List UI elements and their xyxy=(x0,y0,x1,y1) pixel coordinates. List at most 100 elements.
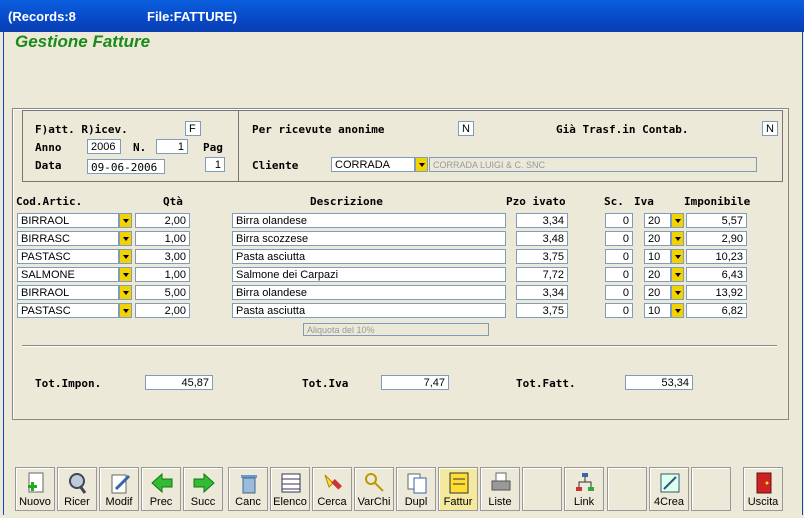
trasf-label: Già Trasf.in Contab. xyxy=(556,123,689,136)
iva-dropdown-icon[interactable] xyxy=(671,303,684,318)
col-pzo-ivato: Pzo ivato xyxy=(506,195,566,208)
dupl-label: Dupl xyxy=(404,496,428,508)
iva-field[interactable]: 20 xyxy=(644,213,671,228)
iva-dropdown-icon[interactable] xyxy=(671,231,684,246)
descrizione-field[interactable]: Birra scozzese xyxy=(232,231,506,246)
qta-field[interactable]: 1,00 xyxy=(135,267,190,282)
ricer-label: Ricer xyxy=(64,496,90,508)
sconto-field[interactable]: 0 xyxy=(605,267,633,282)
data-field[interactable]: 09-06-2006 xyxy=(87,159,165,174)
uscita-label: Uscita xyxy=(747,496,779,508)
pzo-ivato-field[interactable]: 7,72 xyxy=(516,267,568,282)
prec-button[interactable]: Prec xyxy=(141,467,181,511)
canc-label: Canc xyxy=(235,496,261,508)
imponibile-field: 5,57 xyxy=(686,213,747,228)
pag-label: Pag xyxy=(203,141,223,154)
fatt-ricev-field[interactable]: F xyxy=(185,121,201,136)
pzo-ivato-field[interactable]: 3,75 xyxy=(516,249,568,264)
cliente-dropdown-icon[interactable] xyxy=(415,157,428,172)
anno-field[interactable]: 2006 xyxy=(87,139,121,154)
pag-field[interactable]: 1 xyxy=(205,157,225,172)
elenco-label: Elenco xyxy=(273,496,307,508)
sconto-field[interactable]: 0 xyxy=(605,249,633,264)
cerca-button[interactable]: Cerca xyxy=(312,467,352,511)
pzo-ivato-field[interactable]: 3,34 xyxy=(516,285,568,300)
iva-dropdown-icon[interactable] xyxy=(671,213,684,228)
records-count: (Records:8 xyxy=(8,9,76,24)
pzo-ivato-field[interactable]: 3,75 xyxy=(516,303,568,318)
cod-artic-dropdown-icon[interactable] xyxy=(119,213,132,228)
empty-button-1[interactable] xyxy=(522,467,562,511)
iva-field[interactable]: 20 xyxy=(644,231,671,246)
descrizione-field[interactable]: Pasta asciutta xyxy=(232,303,506,318)
cliente-label: Cliente xyxy=(252,159,299,172)
qta-field[interactable]: 2,00 xyxy=(135,213,190,228)
tot-iva-label: Tot.Iva xyxy=(302,377,349,390)
sconto-field[interactable]: 0 xyxy=(605,303,633,318)
uscita-button[interactable]: Uscita xyxy=(743,467,783,511)
elenco-button[interactable]: Elenco xyxy=(270,467,310,511)
sconto-field[interactable]: 0 xyxy=(605,285,633,300)
iva-dropdown-icon[interactable] xyxy=(671,285,684,300)
iva-dropdown-icon[interactable] xyxy=(671,249,684,264)
iva-field[interactable]: 20 xyxy=(644,267,671,282)
nuovo-label: Nuovo xyxy=(19,496,51,508)
dupl-button[interactable]: Dupl xyxy=(396,467,436,511)
qta-field[interactable]: 3,00 xyxy=(135,249,190,264)
pzo-ivato-field[interactable]: 3,48 xyxy=(516,231,568,246)
liste-label: Liste xyxy=(488,496,512,508)
varchi-button[interactable]: VarChi xyxy=(354,467,394,511)
col-sconto: Sc. xyxy=(604,195,624,208)
cod-artic-field[interactable]: PASTASC xyxy=(17,249,119,264)
descrizione-field[interactable]: Pasta asciutta xyxy=(232,249,506,264)
descrizione-field[interactable]: Birra olandese xyxy=(232,213,506,228)
varchi-label: VarChi xyxy=(357,496,391,508)
iva-dropdown-icon[interactable] xyxy=(671,267,684,282)
tot-fatt-label: Tot.Fatt. xyxy=(516,377,576,390)
col-cod-artic: Cod.Artic. xyxy=(16,195,83,208)
cod-artic-dropdown-icon[interactable] xyxy=(119,267,132,282)
nuovo-button[interactable]: Nuovo xyxy=(15,467,55,511)
cod-artic-dropdown-icon[interactable] xyxy=(119,285,132,300)
ricer-button[interactable]: Ricer xyxy=(57,467,97,511)
fattur-button[interactable]: Fattur xyxy=(438,467,478,511)
empty-button-3[interactable] xyxy=(691,467,731,511)
cod-artic-field[interactable]: PASTASC xyxy=(17,303,119,318)
cod-artic-dropdown-icon[interactable] xyxy=(119,231,132,246)
trasf-field[interactable]: N xyxy=(762,121,778,136)
cod-artic-field[interactable]: SALMONE xyxy=(17,267,119,282)
imponibile-field: 6,43 xyxy=(686,267,747,282)
cod-artic-field[interactable]: BIRRASC xyxy=(17,231,119,246)
cod-artic-dropdown-icon[interactable] xyxy=(119,249,132,264)
iva-field[interactable]: 20 xyxy=(644,285,671,300)
cod-artic-dropdown-icon[interactable] xyxy=(119,303,132,318)
succ-button[interactable]: Succ xyxy=(183,467,223,511)
qta-field[interactable]: 2,00 xyxy=(135,303,190,318)
crea4-button[interactable]: 4Crea xyxy=(649,467,689,511)
numero-field[interactable]: 1 xyxy=(156,139,188,154)
cod-artic-field[interactable]: BIRRAOL xyxy=(17,213,119,228)
liste-button[interactable]: Liste xyxy=(480,467,520,511)
iva-field[interactable]: 10 xyxy=(644,249,671,264)
cerca-label: Cerca xyxy=(317,496,347,508)
exit-door-icon xyxy=(756,472,772,494)
anonime-field[interactable]: N xyxy=(458,121,474,136)
toolbar: Nuovo Ricer Modif Prec Succ Canc Elenco … xyxy=(11,465,787,513)
pzo-ivato-field[interactable]: 3,34 xyxy=(516,213,568,228)
cliente-field[interactable]: CORRADA xyxy=(331,157,415,172)
sconto-field[interactable]: 0 xyxy=(605,213,633,228)
iva-field[interactable]: 10 xyxy=(644,303,671,318)
qta-field[interactable]: 1,00 xyxy=(135,231,190,246)
sconto-field[interactable]: 0 xyxy=(605,231,633,246)
title-bar: (Records:8 File:FATTURE) xyxy=(0,0,804,32)
descrizione-field[interactable]: Birra olandese xyxy=(232,285,506,300)
arrow-left-icon xyxy=(151,472,173,494)
link-button[interactable]: Link xyxy=(564,467,604,511)
descrizione-field[interactable]: Salmone dei Carpazi xyxy=(232,267,506,282)
col-imponibile: Imponibile xyxy=(684,195,751,208)
canc-button[interactable]: Canc xyxy=(228,467,268,511)
cod-artic-field[interactable]: BIRRAOL xyxy=(17,285,119,300)
empty-button-2[interactable] xyxy=(607,467,647,511)
qta-field[interactable]: 5,00 xyxy=(135,285,190,300)
modif-button[interactable]: Modif xyxy=(99,467,139,511)
